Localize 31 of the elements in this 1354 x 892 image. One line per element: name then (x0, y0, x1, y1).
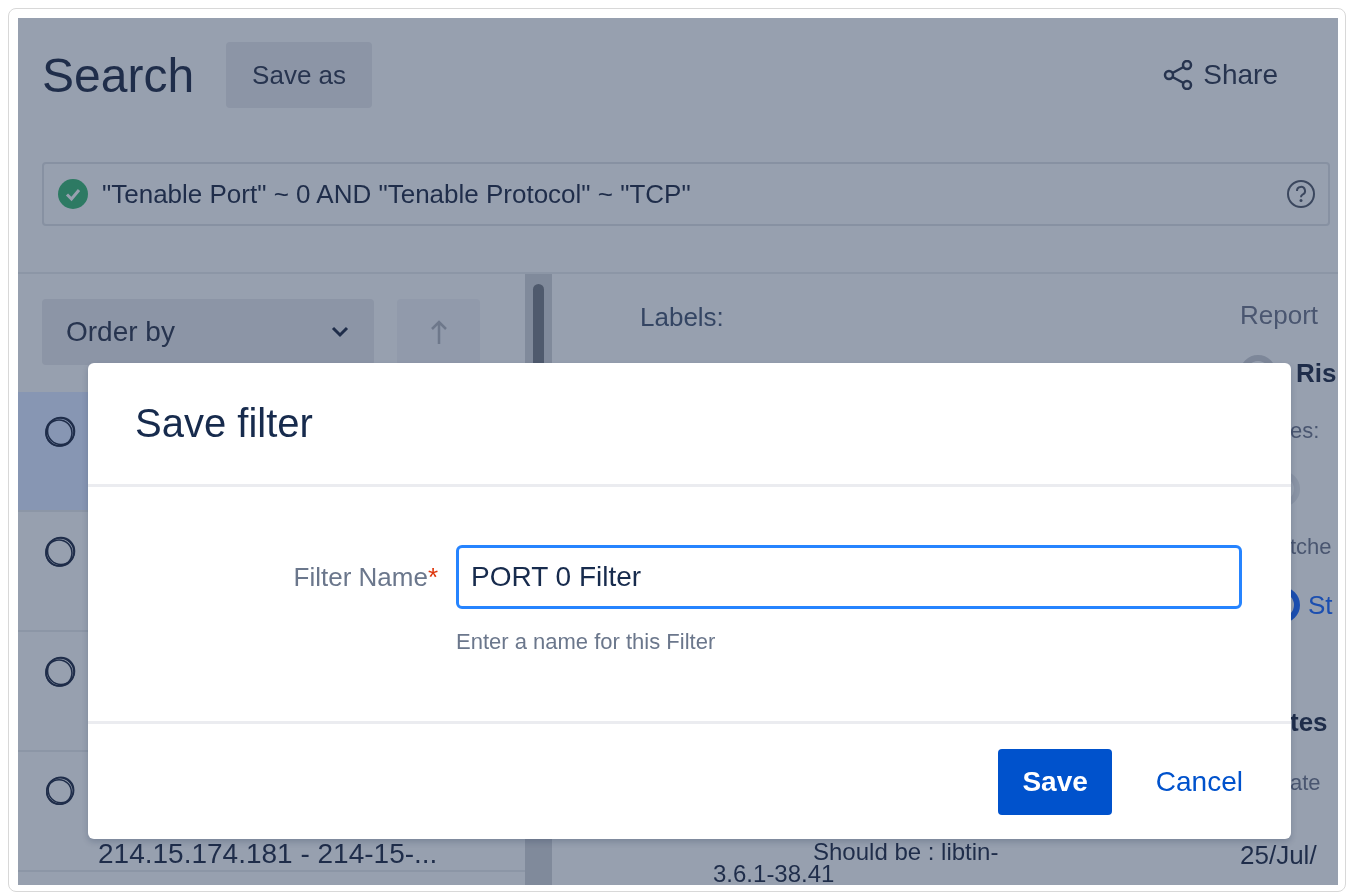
page-title: Search (42, 47, 195, 103)
chevron-down-icon (330, 325, 350, 339)
field-hint: Enter a name for this Filter (456, 629, 717, 655)
cancel-button[interactable]: Cancel (1131, 748, 1267, 815)
labels-heading: Labels: (640, 302, 725, 333)
result-subtitle: 214.15.174.181 - 214-15-... (98, 838, 439, 870)
save-as-button[interactable]: Save as (226, 42, 373, 108)
share-icon (1163, 60, 1194, 90)
side-text: Report (1240, 299, 1319, 331)
order-by-select[interactable]: Order by (42, 299, 374, 365)
side-text: tes (1290, 706, 1328, 738)
save-button[interactable]: Save (998, 748, 1112, 815)
query-field[interactable]: "Tenable Port" ~ 0 AND "Tenable Protocol" ~ "TCP" (42, 162, 1330, 226)
description-text: Should be : libtin- (813, 841, 1000, 863)
spinner-icon (42, 534, 78, 570)
filter-name-field[interactable]: PORT 0 Filter (456, 545, 1242, 609)
spinner-icon (42, 414, 78, 450)
dialog-title: Save filter (135, 401, 313, 446)
query-text: "Tenable Port" ~ 0 AND "Tenable Protocol" ~ "TCP" (102, 178, 691, 210)
sort-button[interactable] (397, 299, 480, 365)
side-text: Ris (1296, 357, 1337, 389)
side-text: ate (1290, 770, 1321, 796)
side-link[interactable]: St (1308, 589, 1333, 621)
field-label: Filter Name* (293, 561, 439, 593)
help-icon[interactable] (1286, 179, 1316, 209)
description-text: 3.6.1-38.41 (713, 863, 836, 885)
side-text: tche (1290, 534, 1332, 560)
share-button[interactable]: Share (1157, 58, 1284, 92)
side-text: 25/Jul/ (1240, 839, 1317, 871)
side-text: es: (1290, 418, 1320, 444)
spinner-icon (42, 654, 78, 690)
